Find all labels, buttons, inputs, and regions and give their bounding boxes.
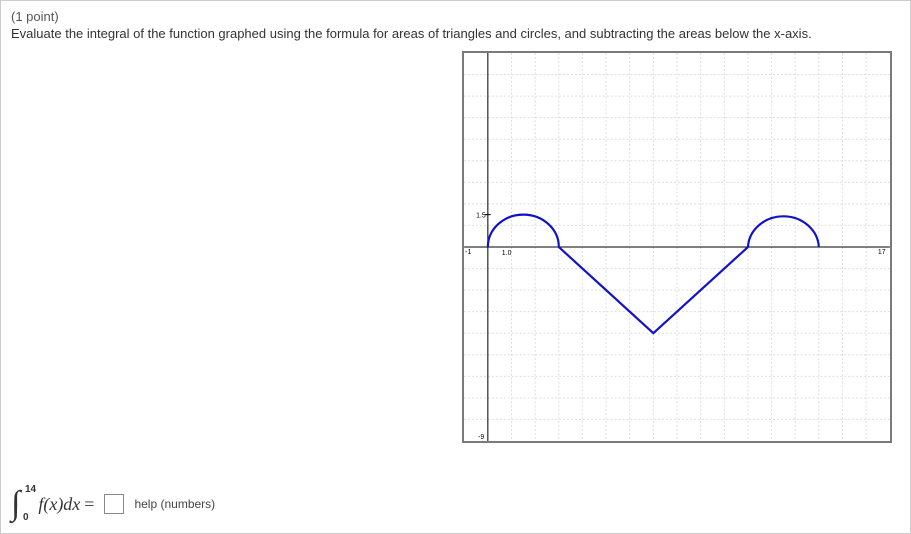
help-link[interactable]: help (numbers) <box>134 497 215 511</box>
x-tick-right: 17 <box>878 249 886 256</box>
graph-area: -1 17 1.5 -9 1.0 <box>11 51 900 446</box>
prompt-text: Evaluate the integral of the function gr… <box>11 26 900 41</box>
integral-expression: ∫ 14 0 f(x)dx = <box>11 487 98 521</box>
graph-svg: -1 17 1.5 -9 1.0 <box>464 53 890 441</box>
answer-input[interactable] <box>104 494 124 514</box>
answer-row: ∫ 14 0 f(x)dx = help (numbers) <box>11 487 215 521</box>
origin-marker: 1.0 <box>502 250 512 257</box>
y-tick-lower: -9 <box>478 434 484 441</box>
problem-container: (1 point) Evaluate the integral of the f… <box>0 0 911 534</box>
integral-symbol: ∫ 14 0 <box>11 487 20 521</box>
x-tick-left: -1 <box>465 249 471 256</box>
integrand: f(x)dx <box>38 494 80 515</box>
y-tick-upper: 1.5 <box>476 212 486 219</box>
equals-sign: = <box>84 494 94 515</box>
integral-upper-limit: 14 <box>25 485 36 495</box>
graph-box: -1 17 1.5 -9 1.0 <box>462 51 892 443</box>
points-label: (1 point) <box>11 9 900 24</box>
integral-lower-limit: 0 <box>23 513 29 523</box>
